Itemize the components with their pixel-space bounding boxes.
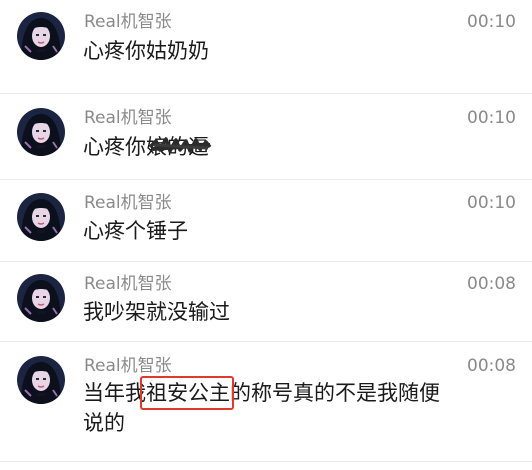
comment-item[interactable]: Real机智张 00:10 心疼你娘的逼 — [0, 94, 532, 180]
comment-text-visible: 心疼你 — [83, 135, 146, 159]
avatar[interactable] — [17, 12, 65, 60]
comment-author[interactable]: Real机智张 — [84, 356, 172, 376]
comment-item[interactable]: Real机智张 00:10 心疼个锤子 — [0, 180, 532, 262]
comment-text-after: 的称号真的不是我随便 — [230, 381, 440, 405]
avatar[interactable] — [17, 274, 65, 322]
comment-text: 我吵架就没输过 — [83, 300, 230, 324]
comment-author[interactable]: Real机智张 — [84, 193, 172, 213]
comment-text: 心疼个锤子 — [83, 219, 188, 243]
comment-text: 心疼你姑奶奶 — [83, 39, 209, 63]
comment-time: 00:10 — [467, 108, 516, 128]
comment-list: Real机智张 00:10 心疼你姑奶奶 Real机智张 00:10 心疼你娘的… — [0, 0, 532, 470]
comment-item[interactable]: Real机智张 00:08 当年我祖安公主的称号真的不是我随便 说的 — [0, 342, 532, 462]
comment-text-before: 当年我 — [83, 381, 146, 405]
comment-text: 心疼你娘的逼 — [83, 132, 463, 162]
comment-time: 00:08 — [467, 274, 516, 294]
comment-item[interactable]: Real机智张 00:10 心疼你姑奶奶 — [0, 0, 532, 94]
comment-author[interactable]: Real机智张 — [84, 12, 172, 32]
comment-item[interactable]: Real机智张 00:08 我吵架就没输过 — [0, 262, 532, 342]
comment-author[interactable]: Real机智张 — [84, 108, 172, 128]
avatar[interactable] — [17, 193, 65, 241]
comment-text-line2: 说的 — [83, 411, 125, 435]
scribble-redaction — [148, 137, 212, 153]
highlight-box — [140, 376, 234, 410]
avatar[interactable] — [17, 356, 65, 404]
comment-time: 00:10 — [467, 193, 516, 213]
avatar[interactable] — [17, 108, 65, 156]
comment-time: 00:10 — [467, 12, 516, 32]
comment-time: 00:08 — [467, 356, 516, 376]
comment-author[interactable]: Real机智张 — [84, 274, 172, 294]
